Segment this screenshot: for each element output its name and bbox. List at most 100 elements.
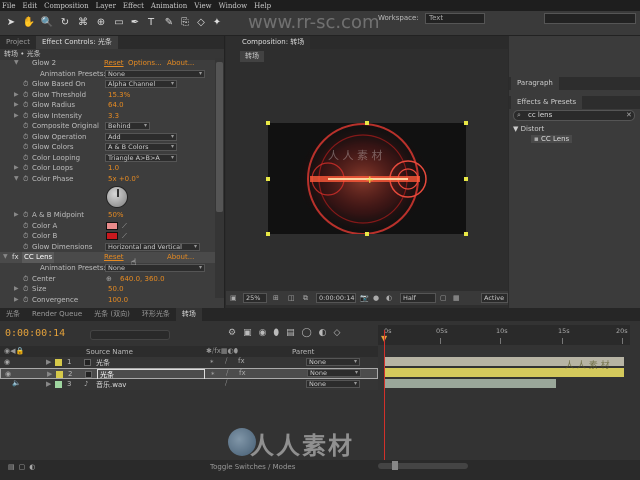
label-color-chip[interactable]: [55, 359, 62, 366]
timeline-current-time[interactable]: 0:00:00:14: [5, 328, 65, 339]
grid-icon[interactable]: ⊞: [273, 294, 279, 302]
menu-animation[interactable]: Animation: [151, 2, 187, 10]
color-looping-select[interactable]: Triangle A>B>A: [105, 153, 177, 162]
label-color-chip[interactable]: [55, 381, 62, 388]
lens-size-value[interactable]: 50.0: [108, 284, 124, 295]
color-phase-dial[interactable]: [106, 186, 128, 208]
type-tool-icon[interactable]: T: [144, 15, 158, 29]
visibility-icon[interactable]: ◉: [5, 370, 11, 378]
tab-comp-guangtiao[interactable]: 光条: [0, 308, 26, 321]
chevron-right-icon[interactable]: ▶: [14, 100, 19, 111]
tab-comp-guangtiao-bidir[interactable]: 光条 (双向): [88, 308, 136, 321]
stopwatch-icon[interactable]: ⏱: [23, 100, 28, 111]
visibility-icon[interactable]: ◉: [4, 358, 10, 366]
glow-options-link[interactable]: Options...: [128, 58, 162, 69]
parent-select[interactable]: None: [307, 369, 361, 377]
menu-help[interactable]: Help: [254, 2, 271, 10]
layer-row-3[interactable]: 🔈 ▶ 3 ♪ 音乐.wav ⧸ None: [0, 379, 378, 390]
layer-3-duration-bar[interactable]: [384, 379, 556, 388]
parent-select[interactable]: None: [306, 380, 360, 388]
glow-colors-select[interactable]: A & B Colors: [105, 143, 177, 151]
stopwatch-icon[interactable]: ⏱: [23, 153, 28, 164]
crosshair-icon[interactable]: ⊕: [106, 274, 112, 285]
source-name-header[interactable]: Source Name: [86, 348, 133, 356]
fx-switch-icon[interactable]: fx: [239, 369, 246, 377]
quality-switch-icon[interactable]: ⧸: [225, 357, 227, 366]
stopwatch-icon[interactable]: ⏱: [23, 90, 28, 101]
transparency-grid-icon[interactable]: ▦: [453, 294, 460, 302]
glow-radius-value[interactable]: 64.0: [108, 100, 124, 111]
layer-name[interactable]: 音乐.wav: [96, 380, 126, 390]
transform-handle[interactable]: [464, 177, 468, 181]
stopwatch-icon[interactable]: ⏱: [23, 210, 28, 221]
quality-switch-icon[interactable]: ⧸: [226, 369, 228, 378]
parent-select[interactable]: None: [306, 358, 360, 366]
stopwatch-icon[interactable]: ⏱: [23, 242, 28, 253]
chevron-right-icon[interactable]: ▶: [14, 295, 19, 306]
selection-tool-icon[interactable]: ➤: [4, 15, 18, 29]
puppet-tool-icon[interactable]: ✦: [210, 15, 224, 29]
channel-icon[interactable]: ●: [373, 294, 379, 302]
pen-tool-icon[interactable]: ✒: [128, 15, 142, 29]
stopwatch-icon[interactable]: ⏱: [23, 221, 28, 232]
chevron-right-icon[interactable]: ▶: [14, 284, 19, 295]
stopwatch-icon[interactable]: ⏱: [23, 174, 28, 185]
label-color-chip[interactable]: [56, 371, 63, 378]
magnification-select[interactable]: 25%: [243, 293, 267, 303]
chevron-right-icon[interactable]: ▶: [46, 380, 51, 388]
tab-comp-ring[interactable]: 环形光条: [136, 308, 176, 321]
menu-window[interactable]: Window: [219, 2, 248, 10]
chevron-right-icon[interactable]: ▶: [47, 370, 52, 378]
composite-original-select[interactable]: Behind: [105, 122, 150, 130]
cc-lens-reset-link[interactable]: Reset: [104, 252, 124, 263]
chevron-right-icon[interactable]: ▶: [14, 90, 19, 101]
lens-center-value[interactable]: 640.0, 360.0: [120, 274, 165, 285]
stopwatch-icon[interactable]: ⏱: [23, 79, 28, 90]
mask-visibility-icon[interactable]: ◫: [288, 294, 295, 302]
glow-operation-select[interactable]: Add: [105, 132, 177, 141]
layer-name[interactable]: 光条: [96, 358, 110, 368]
tab-effects-presets[interactable]: Effects & Presets: [511, 96, 583, 109]
eyedropper-icon[interactable]: ⟋: [122, 231, 127, 242]
effect-controls-scrollbar[interactable]: [215, 58, 224, 298]
snapshot-icon[interactable]: 📷: [360, 294, 369, 302]
current-time-indicator[interactable]: [384, 330, 385, 470]
glow-dimensions-select[interactable]: Horizontal and Vertical: [105, 242, 200, 251]
effect-item-cc-lens[interactable]: ▪ CC Lens: [531, 135, 573, 143]
menu-edit[interactable]: Edit: [22, 2, 37, 10]
parent-header[interactable]: Parent: [292, 348, 314, 356]
hand-tool-icon[interactable]: ✋: [22, 15, 36, 29]
help-search-input[interactable]: [544, 13, 636, 24]
transform-handle[interactable]: [365, 121, 369, 125]
camera-tool-icon[interactable]: ⌘: [76, 15, 90, 29]
anchor-point-icon[interactable]: ✛: [366, 176, 374, 186]
transform-handle[interactable]: [266, 177, 270, 181]
menu-effect[interactable]: Effect: [123, 2, 144, 10]
chevron-right-icon[interactable]: ▶: [14, 111, 19, 122]
pan-behind-tool-icon[interactable]: ⊕: [94, 15, 108, 29]
current-time-display[interactable]: 0:00:00:14: [316, 293, 356, 303]
color-loops-value[interactable]: 1.0: [108, 163, 119, 174]
composition-viewer[interactable]: 人 人 素 材 ✛: [268, 123, 466, 234]
chevron-down-icon[interactable]: ▼: [14, 174, 19, 185]
stopwatch-icon[interactable]: ⏱: [23, 132, 28, 143]
shy-switch-icon[interactable]: ⁎: [211, 369, 215, 377]
tab-render-queue[interactable]: Render Queue: [26, 308, 88, 321]
region-of-interest-icon[interactable]: ▢: [440, 294, 447, 302]
menu-composition[interactable]: Composition: [44, 2, 89, 10]
tab-project[interactable]: Project: [0, 36, 36, 49]
glow-reset-link[interactable]: Reset: [104, 58, 124, 69]
safe-zones-icon[interactable]: ▣: [230, 294, 237, 302]
resolution-select[interactable]: Half: [400, 293, 436, 303]
clear-search-icon[interactable]: ✕: [626, 111, 632, 120]
color-phase-value[interactable]: 5x +0.0°: [108, 174, 139, 185]
audio-icon[interactable]: 🔈: [12, 379, 21, 387]
color-a-swatch[interactable]: [106, 221, 118, 230]
color-b-swatch[interactable]: [106, 232, 118, 240]
menu-file[interactable]: File: [2, 2, 15, 10]
transform-handle[interactable]: [464, 232, 468, 236]
show-channel-icon[interactable]: ◐: [386, 294, 392, 302]
stopwatch-icon[interactable]: ⏱: [23, 142, 28, 153]
transform-handle[interactable]: [365, 232, 369, 236]
cc-lens-effect-name[interactable]: CC Lens: [22, 252, 55, 263]
